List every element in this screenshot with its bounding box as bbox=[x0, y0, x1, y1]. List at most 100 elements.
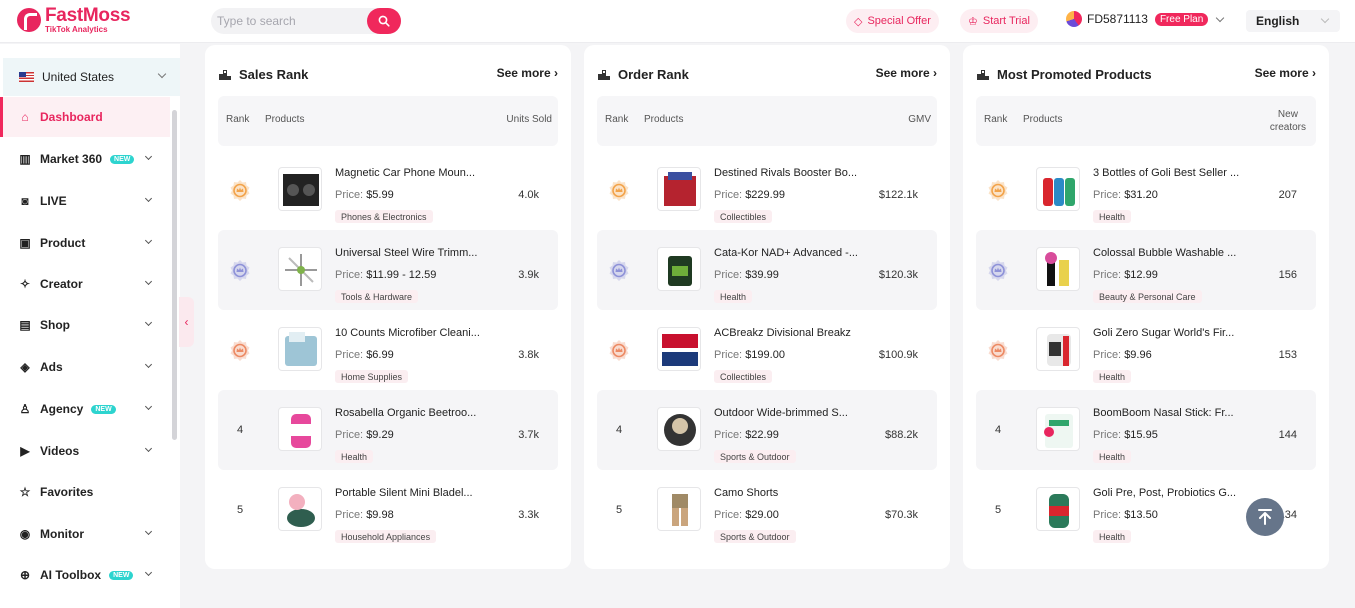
sidebar-item-live[interactable]: ◙ LIVE bbox=[0, 181, 170, 221]
product-thumbnail[interactable] bbox=[1036, 247, 1080, 291]
see-more-link[interactable]: See more › bbox=[1255, 66, 1316, 80]
product-thumbnail[interactable] bbox=[1036, 407, 1080, 451]
see-more-link[interactable]: See more › bbox=[497, 66, 558, 80]
table-row[interactable]: ACBreakz Divisional Breakz Price: $199.00… bbox=[597, 310, 937, 390]
product-thumbnail[interactable] bbox=[278, 407, 322, 451]
sidebar-item-market-360[interactable]: ▥ Market 360 NEW bbox=[0, 139, 170, 179]
fastmoss-logo[interactable]: FastMoss TikTok Analytics bbox=[17, 6, 131, 34]
language-select[interactable]: English bbox=[1246, 10, 1340, 32]
table-row[interactable]: 10 Counts Microfiber Cleani... Price: $6.… bbox=[218, 310, 558, 390]
product-name[interactable]: Cata-Kor NAD+ Advanced -... bbox=[714, 247, 879, 259]
table-header: Rank Products GMV bbox=[597, 96, 937, 146]
sidebar-item-ai-toolbox[interactable]: ⊕ AI Toolbox NEW bbox=[0, 555, 170, 595]
table-row[interactable]: 5 Camo Shorts Price: $29.00 Sports & Outdoo… bbox=[597, 470, 937, 550]
product-thumbnail[interactable] bbox=[657, 407, 701, 451]
sidebar-item-dashboard[interactable]: ⌂ Dashboard bbox=[0, 97, 170, 137]
product-name[interactable]: Goli Pre, Post, Probiotics G... bbox=[1093, 487, 1258, 499]
table-row[interactable]: Cata-Kor NAD+ Advanced -... Price: $39.99… bbox=[597, 230, 937, 310]
search-button[interactable] bbox=[367, 8, 401, 34]
rank-cell bbox=[597, 310, 641, 390]
table-row[interactable]: Universal Steel Wire Trimm... Price: $11.… bbox=[218, 230, 558, 310]
search-input[interactable] bbox=[217, 12, 367, 30]
metric-value: 3.9k bbox=[518, 269, 539, 281]
special-offer-button[interactable]: ◇ Special Offer bbox=[846, 9, 939, 33]
product-name[interactable]: Camo Shorts bbox=[714, 487, 879, 499]
product-name[interactable]: Colossal Bubble Washable ... bbox=[1093, 247, 1258, 259]
product-thumbnail[interactable] bbox=[1036, 327, 1080, 371]
price-value: $9.98 bbox=[366, 509, 394, 521]
back-to-top-button[interactable] bbox=[1246, 498, 1284, 536]
product-thumbnail[interactable] bbox=[657, 247, 701, 291]
plan-badge: Free Plan bbox=[1154, 12, 1209, 26]
product-thumbnail[interactable] bbox=[278, 167, 322, 211]
product-price: Price: $13.50 bbox=[1093, 509, 1158, 521]
rank-cell bbox=[597, 150, 641, 230]
table-row[interactable]: 4 BoomBoom Nasal Stick: Fr... Price: $15.9… bbox=[976, 390, 1316, 470]
country-select[interactable]: United States bbox=[3, 58, 180, 96]
monitor-pin-icon: ◉ bbox=[19, 527, 31, 541]
start-trial-button[interactable]: ♔ Start Trial bbox=[960, 9, 1038, 33]
rank-podium-icon bbox=[219, 70, 231, 80]
price-label: Price: bbox=[1093, 189, 1122, 201]
product-thumbnail[interactable] bbox=[1036, 487, 1080, 531]
sidebar-item-agency[interactable]: ♙ Agency NEW bbox=[0, 389, 170, 429]
collapse-sidebar-button[interactable]: ‹ bbox=[179, 297, 194, 347]
product-name[interactable]: Universal Steel Wire Trimm... bbox=[335, 247, 500, 259]
product-image bbox=[1049, 494, 1069, 528]
sidebar-item-monitor[interactable]: ◉ Monitor bbox=[0, 514, 170, 554]
user-menu[interactable]: FD5871113 Free Plan bbox=[1066, 11, 1225, 27]
price-label: Price: bbox=[1093, 429, 1122, 441]
product-name[interactable]: Destined Rivals Booster Bo... bbox=[714, 167, 879, 179]
product-name[interactable]: BoomBoom Nasal Stick: Fr... bbox=[1093, 407, 1258, 419]
sidebar-item-label: Monitor bbox=[40, 527, 84, 541]
product-name[interactable]: Outdoor Wide-brimmed S... bbox=[714, 407, 879, 419]
col-metric: Units Sold bbox=[506, 114, 552, 125]
see-more-link[interactable]: See more › bbox=[876, 66, 937, 80]
product-image bbox=[662, 334, 698, 366]
product-name[interactable]: Goli Zero Sugar World's Fir... bbox=[1093, 327, 1258, 339]
table-row[interactable]: 3 Bottles of Goli Best Seller ... Price: … bbox=[976, 150, 1316, 230]
sidebar-item-favorites[interactable]: ☆ Favorites bbox=[0, 472, 170, 512]
product-name[interactable]: Portable Silent Mini Bladel... bbox=[335, 487, 500, 499]
product-thumbnail[interactable] bbox=[278, 487, 322, 531]
price-value: $29.00 bbox=[745, 509, 779, 521]
sidebar-item-creator[interactable]: ✧ Creator bbox=[0, 264, 170, 304]
category-tag: Sports & Outdoor bbox=[714, 450, 796, 463]
chevron-down-icon bbox=[144, 277, 153, 286]
product-thumbnail[interactable] bbox=[1036, 167, 1080, 211]
diamond-icon: ◇ bbox=[854, 15, 863, 28]
product-thumbnail[interactable] bbox=[657, 167, 701, 211]
sidebar-item-label: Market 360 bbox=[40, 152, 103, 166]
product-name[interactable]: Rosabella Organic Beetroo... bbox=[335, 407, 500, 419]
sidebar-item-videos[interactable]: ▶ Videos bbox=[0, 431, 170, 471]
category-tag: Home Supplies bbox=[335, 370, 409, 383]
metric-value: 207 bbox=[1278, 189, 1297, 201]
table-row[interactable]: Destined Rivals Booster Bo... Price: $229… bbox=[597, 150, 937, 230]
table-row[interactable]: Magnetic Car Phone Moun... Price: $5.99 Ph… bbox=[218, 150, 558, 230]
table-row[interactable]: 4 Outdoor Wide-brimmed S... Price: $22.99 S… bbox=[597, 390, 937, 470]
category-tag: Health bbox=[714, 290, 753, 303]
product-name[interactable]: 10 Counts Microfiber Cleani... bbox=[335, 327, 500, 339]
product-name[interactable]: ACBreakz Divisional Breakz bbox=[714, 327, 879, 339]
chevron-down-icon bbox=[144, 360, 153, 369]
table-row[interactable]: 4 Rosabella Organic Beetroo... Price: $9.2… bbox=[218, 390, 558, 470]
table-row[interactable]: 5 Portable Silent Mini Bladel... Price: $9… bbox=[218, 470, 558, 550]
rank-podium-icon bbox=[977, 70, 989, 80]
product-thumbnail[interactable] bbox=[278, 247, 322, 291]
sidebar-item-product[interactable]: ▣ Product bbox=[0, 223, 170, 263]
product-name[interactable]: Magnetic Car Phone Moun... bbox=[335, 167, 500, 179]
product-thumbnail[interactable] bbox=[278, 327, 322, 371]
product-price: Price: $6.99 bbox=[335, 349, 394, 361]
chevron-left-icon: ‹ bbox=[184, 315, 189, 329]
sidebar-scrollbar[interactable] bbox=[172, 110, 177, 440]
table-row[interactable]: Goli Zero Sugar World's Fir... Price: $9.… bbox=[976, 310, 1316, 390]
product-thumbnail[interactable] bbox=[657, 327, 701, 371]
sidebar-item-shop[interactable]: ▤ Shop bbox=[0, 305, 170, 345]
price-label: Price: bbox=[335, 189, 364, 201]
product-name[interactable]: 3 Bottles of Goli Best Seller ... bbox=[1093, 167, 1258, 179]
table-row[interactable]: Colossal Bubble Washable ... Price: $12.9… bbox=[976, 230, 1316, 310]
product-thumbnail[interactable] bbox=[657, 487, 701, 531]
sidebar-item-label: LIVE bbox=[40, 194, 67, 208]
sidebar-item-ads[interactable]: ◈ Ads bbox=[0, 347, 170, 387]
product-price: Price: $29.00 bbox=[714, 509, 779, 521]
